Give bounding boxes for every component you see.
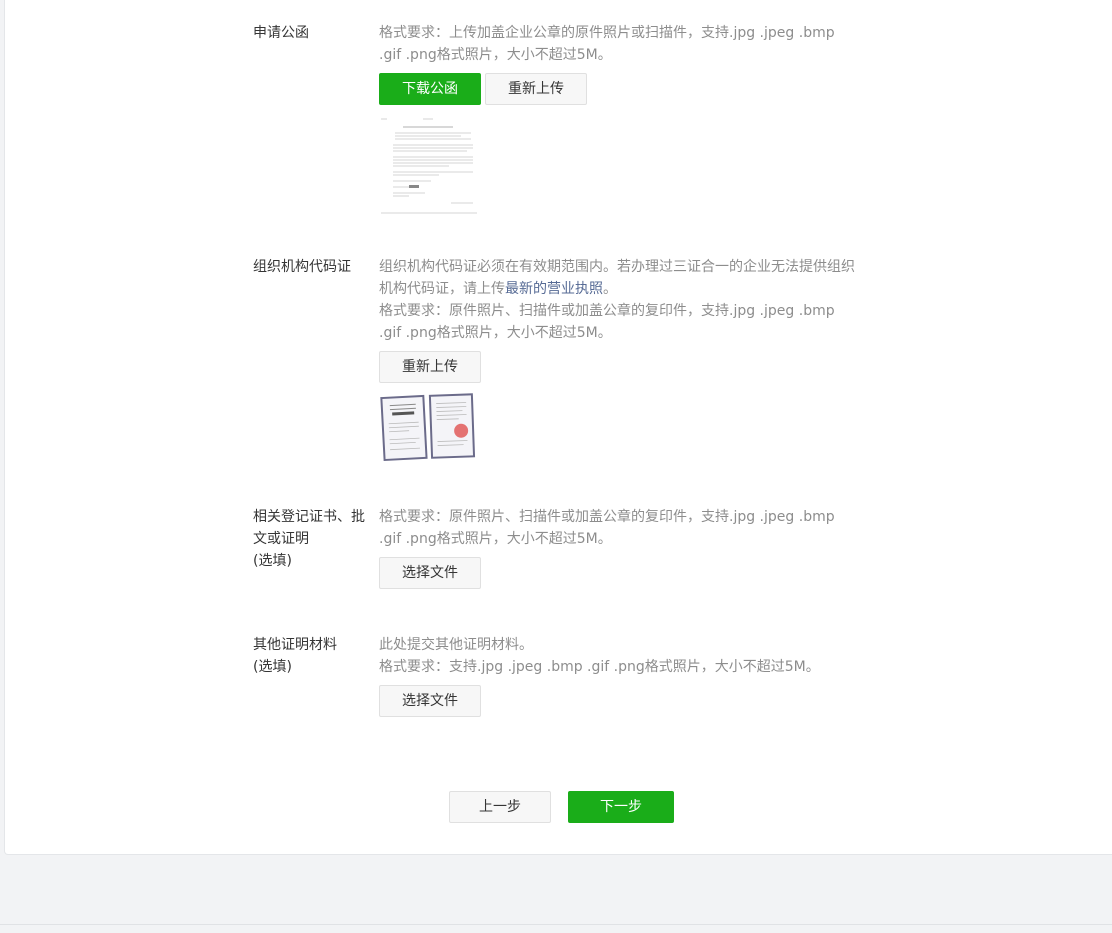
prev-step-button[interactable]: 上一步: [449, 791, 551, 823]
letter-thumbnail[interactable]: [379, 115, 479, 215]
related-cert-format-desc: 格式要求：原件照片、扫描件或加盖公章的复印件，支持.jpg .jpeg .bmp…: [379, 509, 835, 547]
org-code-label: 组织机构代码证: [253, 259, 351, 275]
related-cert-choose-file-button[interactable]: 选择文件: [379, 557, 481, 589]
org-code-requirement: 组织机构代码证必须在有效期范围内。若办理过三证合一的企业无法提供组织机构代码证，…: [379, 256, 859, 300]
related-cert-label: 相关登记证书、批文或证明 (选填): [253, 506, 368, 572]
footer-divider: [0, 924, 1112, 925]
related-cert-content: 格式要求：原件照片、扫描件或加盖公章的复印件，支持.jpg .jpeg .bmp…: [379, 506, 859, 589]
next-step-button[interactable]: 下一步: [568, 791, 674, 823]
latest-business-license-link[interactable]: 最新的营业执照: [505, 281, 603, 297]
download-letter-button[interactable]: 下载公函: [379, 73, 481, 105]
org-code-buttons: 重新上传: [379, 351, 859, 383]
letter-label: 申请公函: [253, 25, 309, 41]
other-label-text: 其他证明材料: [253, 637, 337, 653]
org-code-content: 组织机构代码证必须在有效期范围内。若办理过三证合一的企业无法提供组织机构代码证，…: [379, 256, 859, 465]
other-choose-file-button[interactable]: 选择文件: [379, 685, 481, 717]
letter-format-desc: 格式要求：上传加盖企业公章的原件照片或扫描件，支持.jpg .jpeg .bmp…: [379, 25, 835, 63]
org-code-requirement-text: 组织机构代码证必须在有效期范围内。若办理过三证合一的企业无法提供组织机构代码证，…: [379, 259, 855, 297]
related-cert-label-text: 相关登记证书、批文或证明: [253, 509, 365, 547]
letter-reupload-button[interactable]: 重新上传: [485, 73, 587, 105]
org-code-requirement-end: 。: [603, 281, 617, 297]
other-content: 此处提交其他证明材料。 格式要求：支持.jpg .jpeg .bmp .gif …: [379, 634, 859, 717]
other-format-desc: 格式要求：支持.jpg .jpeg .bmp .gif .png格式照片，大小不…: [379, 659, 820, 675]
org-code-thumbnail[interactable]: [379, 393, 479, 465]
other-optional: (选填): [253, 659, 292, 675]
letter-content: 格式要求：上传加盖企业公章的原件照片或扫描件，支持.jpg .jpeg .bmp…: [379, 22, 859, 215]
step-navigation: 上一步 下一步: [449, 791, 674, 823]
org-code-format-desc: 格式要求：原件照片、扫描件或加盖公章的复印件，支持.jpg .jpeg .bmp…: [379, 303, 835, 341]
other-label: 其他证明材料 (选填): [253, 634, 368, 678]
org-code-reupload-button[interactable]: 重新上传: [379, 351, 481, 383]
related-cert-buttons: 选择文件: [379, 557, 859, 589]
related-cert-optional: (选填): [253, 553, 292, 569]
other-desc: 此处提交其他证明材料。: [379, 637, 533, 653]
other-buttons: 选择文件: [379, 685, 859, 717]
letter-buttons: 下载公函 重新上传: [379, 73, 859, 105]
